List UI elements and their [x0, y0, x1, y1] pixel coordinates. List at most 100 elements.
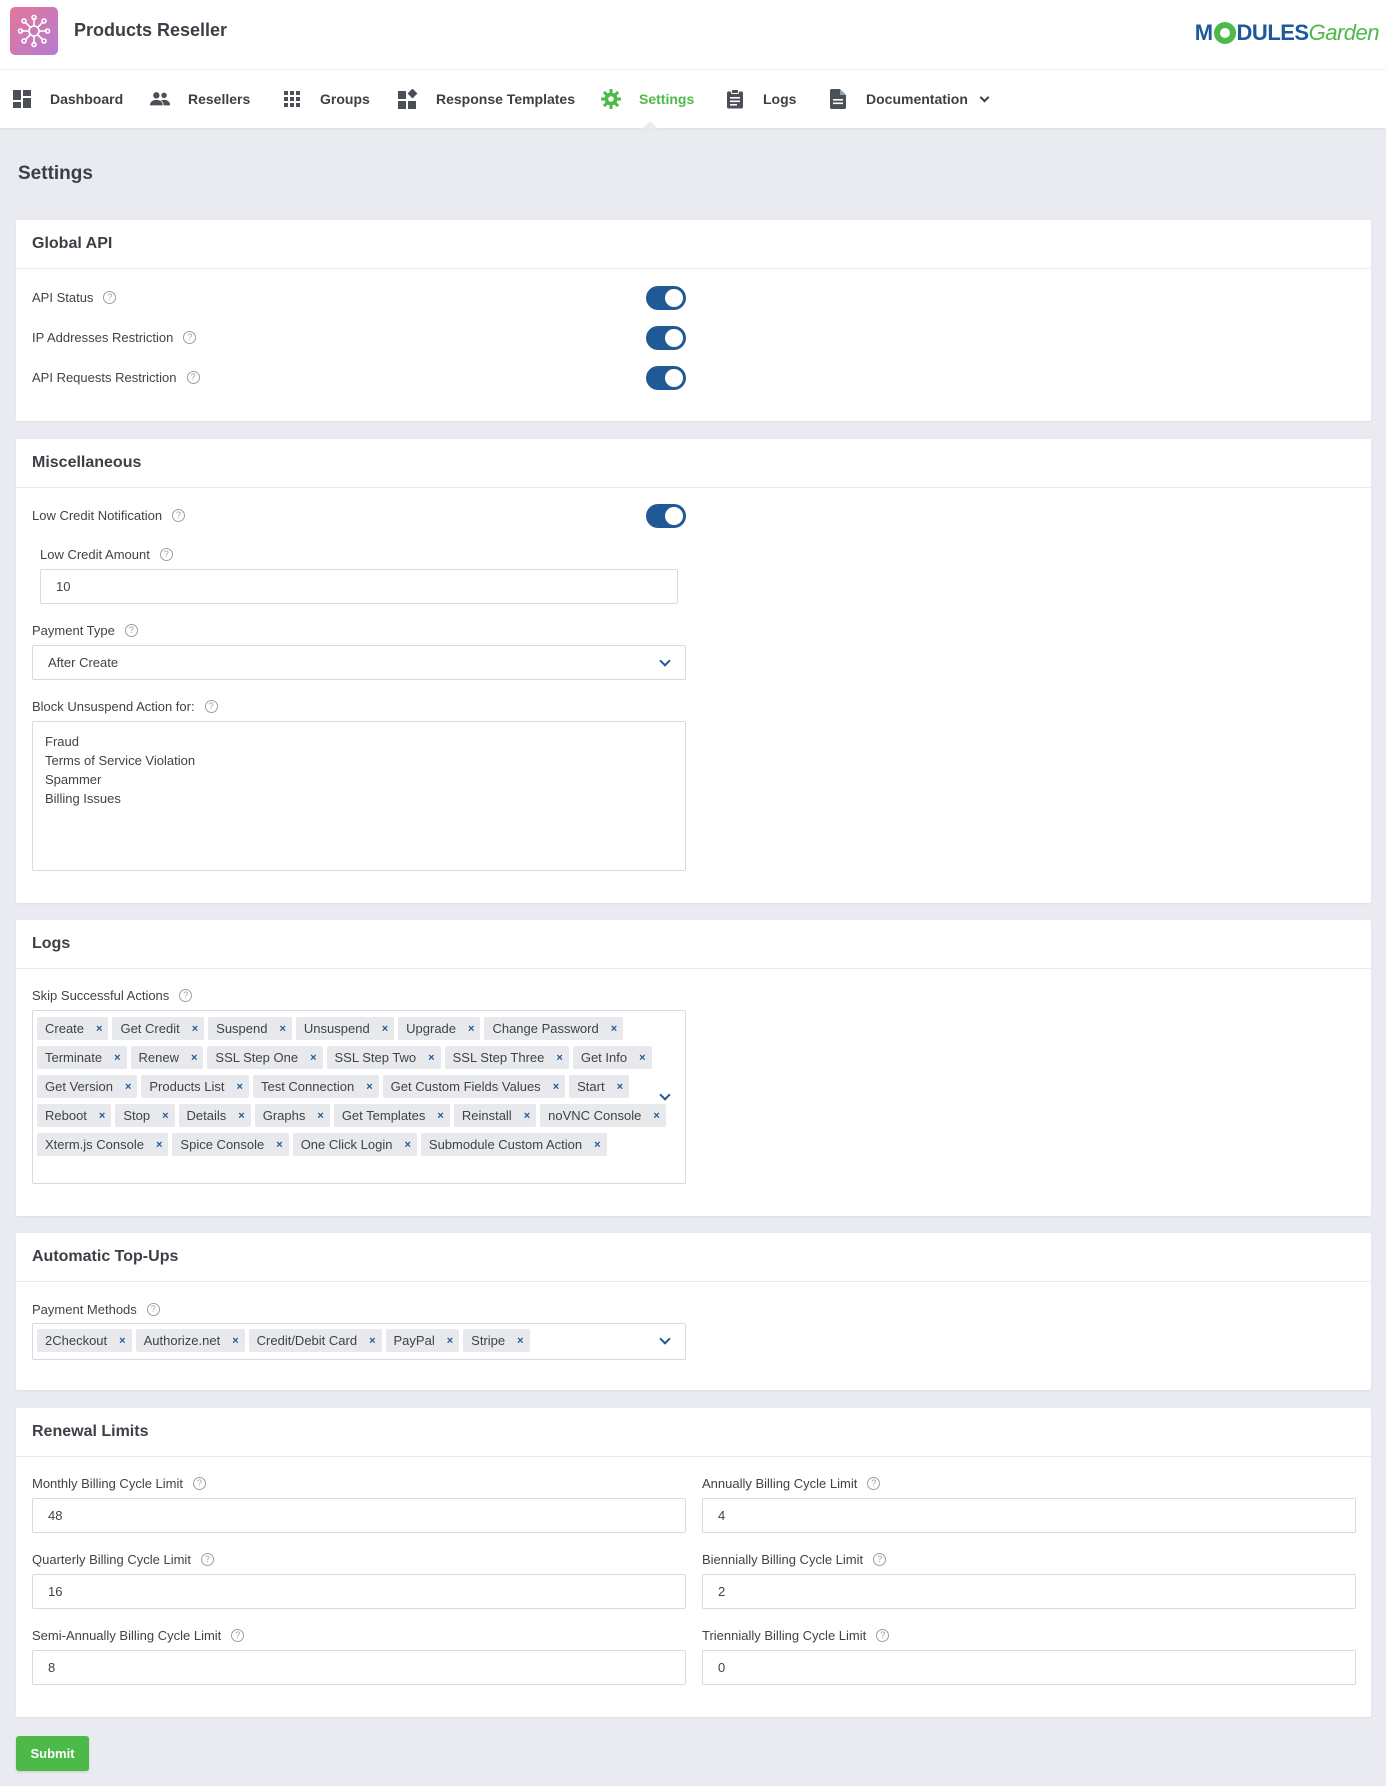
help-icon[interactable]: ?: [183, 331, 197, 344]
remove-tag-icon[interactable]: ×: [369, 1335, 375, 1347]
list-item[interactable]: Terms of Service Violation: [45, 751, 673, 770]
remove-tag-icon[interactable]: ×: [428, 1052, 434, 1064]
nav-resellers[interactable]: Resellers: [150, 70, 250, 128]
annually-limit-input[interactable]: 4: [702, 1498, 1356, 1533]
remove-tag-icon[interactable]: ×: [279, 1023, 285, 1035]
payment-type-select[interactable]: After Create: [32, 645, 686, 680]
remove-tag-icon[interactable]: ×: [192, 1023, 198, 1035]
remove-tag-icon[interactable]: ×: [617, 1081, 623, 1093]
remove-tag-icon[interactable]: ×: [437, 1110, 443, 1122]
nav-documentation[interactable]: Documentation: [828, 70, 990, 128]
help-icon[interactable]: ?: [179, 989, 193, 1002]
active-nav-caret: [642, 121, 658, 129]
remove-tag-icon[interactable]: ×: [310, 1052, 316, 1064]
remove-tag-icon[interactable]: ×: [232, 1335, 238, 1347]
tag-chip: Change Password ×: [484, 1017, 624, 1040]
help-icon[interactable]: ?: [159, 548, 173, 561]
quarterly-limit-input[interactable]: 16: [32, 1574, 686, 1609]
remove-tag-icon[interactable]: ×: [156, 1139, 162, 1151]
remove-tag-icon[interactable]: ×: [96, 1023, 102, 1035]
remove-tag-icon[interactable]: ×: [125, 1081, 131, 1093]
remove-tag-icon[interactable]: ×: [366, 1081, 372, 1093]
help-icon[interactable]: ?: [200, 1553, 214, 1566]
triennially-limit-input[interactable]: 0: [702, 1650, 1356, 1685]
help-icon[interactable]: ?: [186, 371, 200, 384]
list-item[interactable]: Billing Issues: [45, 789, 673, 808]
remove-tag-icon[interactable]: ×: [317, 1110, 323, 1122]
remove-tag-icon[interactable]: ×: [468, 1023, 474, 1035]
remove-tag-icon[interactable]: ×: [553, 1081, 559, 1093]
help-icon[interactable]: ?: [873, 1553, 887, 1566]
payment-methods-label: Payment Methods?: [32, 1302, 160, 1317]
app-title: Products Reseller: [74, 20, 228, 40]
block-unsuspend-label: Block Unsuspend Action for:?: [32, 699, 218, 714]
tag-label: Products List: [149, 1079, 225, 1094]
remove-tag-icon[interactable]: ×: [276, 1139, 282, 1151]
help-icon[interactable]: ?: [103, 291, 117, 304]
remove-tag-icon[interactable]: ×: [237, 1081, 243, 1093]
help-icon[interactable]: ?: [231, 1629, 245, 1642]
remove-tag-icon[interactable]: ×: [162, 1110, 168, 1122]
help-icon[interactable]: ?: [172, 509, 186, 522]
grid-icon: [282, 89, 302, 109]
remove-tag-icon[interactable]: ×: [447, 1335, 453, 1347]
remove-tag-icon[interactable]: ×: [556, 1052, 562, 1064]
remove-tag-icon[interactable]: ×: [524, 1110, 530, 1122]
remove-tag-icon[interactable]: ×: [238, 1110, 244, 1122]
tag-label: SSL Step One: [215, 1050, 299, 1065]
biennially-limit-input[interactable]: 2: [702, 1574, 1356, 1609]
remove-tag-icon[interactable]: ×: [653, 1110, 659, 1122]
remove-tag-icon[interactable]: ×: [114, 1052, 120, 1064]
panel-title: Logs: [16, 920, 1371, 969]
ip-restriction-toggle[interactable]: [646, 326, 686, 350]
help-icon[interactable]: ?: [146, 1303, 160, 1316]
remove-tag-icon[interactable]: ×: [191, 1052, 197, 1064]
requests-restriction-toggle[interactable]: [646, 366, 686, 390]
help-icon[interactable]: ?: [193, 1477, 206, 1490]
payment-methods-multiselect[interactable]: 2Checkout × Authorize.net × Credit/Debit Car…: [32, 1323, 686, 1360]
help-icon[interactable]: ?: [124, 624, 138, 637]
tag-label: Graphs: [262, 1108, 306, 1123]
semiannually-limit-input[interactable]: 8: [32, 1650, 686, 1685]
top-bar: Products Reseller M DULES Garden: [0, 0, 1386, 70]
remove-tag-icon[interactable]: ×: [404, 1139, 410, 1151]
help-icon[interactable]: ?: [204, 700, 218, 713]
tag-label: PayPal: [393, 1333, 435, 1348]
remove-tag-icon[interactable]: ×: [517, 1335, 523, 1347]
remove-tag-icon[interactable]: ×: [639, 1052, 645, 1064]
remove-tag-icon[interactable]: ×: [594, 1139, 600, 1151]
tag-chip: Stop ×: [115, 1104, 175, 1127]
nav-dashboard[interactable]: Dashboard: [12, 70, 123, 128]
nav-logs[interactable]: Logs: [725, 70, 796, 128]
monthly-limit-input[interactable]: 48: [32, 1498, 686, 1533]
nav-groups[interactable]: Groups: [282, 70, 370, 128]
submit-button[interactable]: Submit: [16, 1736, 89, 1771]
skip-actions-multiselect[interactable]: Create × Get Credit × Suspend × Unsuspend × Upgr…: [32, 1010, 686, 1184]
widgets-icon: [398, 89, 418, 109]
list-item[interactable]: Spammer: [45, 770, 673, 789]
remove-tag-icon[interactable]: ×: [119, 1335, 125, 1347]
triennially-limit-label: Triennially Billing Cycle Limit?: [702, 1628, 890, 1643]
tag-chip: 2Checkout ×: [37, 1329, 132, 1352]
nav-settings[interactable]: Settings: [601, 70, 694, 128]
remove-tag-icon[interactable]: ×: [611, 1023, 617, 1035]
global-api-panel: Global API API Status? IP Addresses Rest…: [16, 220, 1371, 421]
nav-response-templates[interactable]: Response Templates: [398, 70, 575, 128]
quarterly-limit-label: Quarterly Billing Cycle Limit?: [32, 1552, 214, 1567]
tag-chip: noVNC Console ×: [540, 1104, 666, 1127]
tag-chip: Get Templates ×: [333, 1104, 450, 1127]
annually-limit-label: Annually Billing Cycle Limit?: [702, 1476, 881, 1491]
low-credit-notification-toggle[interactable]: [646, 504, 686, 528]
block-unsuspend-listbox[interactable]: Fraud Terms of Service Violation Spammer…: [32, 721, 686, 871]
tag-label: Spice Console: [180, 1137, 265, 1152]
remove-tag-icon[interactable]: ×: [382, 1023, 388, 1035]
remove-tag-icon[interactable]: ×: [99, 1110, 105, 1122]
panel-title: Global API: [16, 220, 1371, 269]
clipboard-icon: [725, 89, 745, 109]
help-icon[interactable]: ?: [876, 1629, 890, 1642]
list-item[interactable]: Fraud: [45, 732, 673, 751]
help-icon[interactable]: ?: [867, 1477, 881, 1490]
low-credit-amount-input[interactable]: 10: [40, 569, 678, 604]
api-status-toggle[interactable]: [646, 286, 686, 310]
tag-chip: Spice Console ×: [172, 1133, 289, 1156]
